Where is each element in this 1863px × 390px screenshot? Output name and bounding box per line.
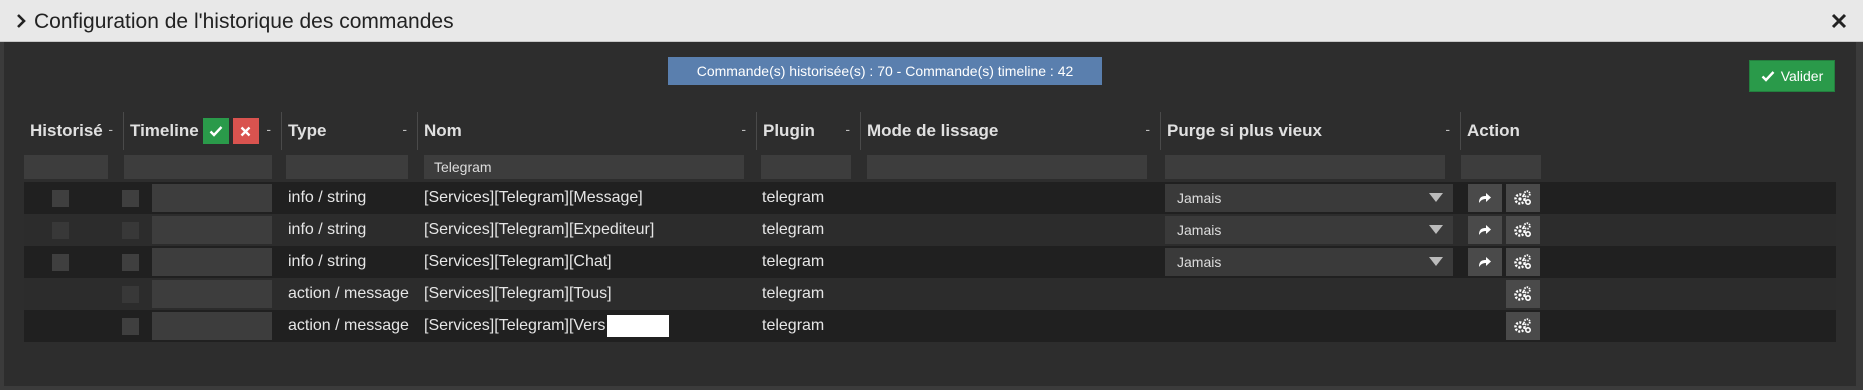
purge-select[interactable]: Jamais (1165, 216, 1453, 244)
caret-down-icon (1429, 225, 1443, 234)
valider-button[interactable]: Valider (1749, 60, 1835, 92)
timeline-select-all-button[interactable] (202, 118, 229, 144)
col-action: Action (1467, 121, 1520, 140)
chevron-right-icon[interactable] (12, 12, 30, 30)
table-row: action / message [Services][Telegram][To… (24, 278, 1836, 310)
cogs-icon (1514, 222, 1532, 238)
cogs-icon (1514, 254, 1532, 270)
row-nom: [Services][Telegram][Expediteur] (424, 221, 655, 238)
sort-indicator: - (108, 121, 113, 137)
row-type: info / string (288, 253, 367, 270)
timeline-folder-input[interactable] (152, 184, 272, 212)
row-nom: [Services][Telegram][Vers (424, 317, 606, 334)
timeline-checkbox[interactable] (122, 254, 139, 271)
sort-indicator: - (266, 121, 271, 137)
row-type: info / string (288, 189, 367, 206)
filter-historise-input[interactable] (24, 155, 108, 179)
timeline-checkbox[interactable] (122, 190, 139, 207)
filter-row (24, 152, 1836, 180)
col-lissage[interactable]: Mode de lissage - (861, 112, 1161, 150)
sort-indicator: - (1145, 121, 1150, 137)
history-count-badge: Commande(s) historisée(s) : 70 - Command… (668, 57, 1102, 85)
col-purge[interactable]: Purge si plus vieux - (1161, 112, 1461, 150)
timeline-checkbox[interactable] (122, 286, 139, 303)
row-plugin: telegram (762, 317, 825, 334)
timeline-folder-input[interactable] (152, 312, 272, 340)
check-icon (209, 126, 223, 137)
timeline-clear-all-button[interactable] (232, 118, 259, 144)
sort-indicator: - (402, 121, 407, 137)
share-arrow-icon (1479, 193, 1491, 203)
filter-timeline-input[interactable] (124, 155, 272, 179)
sort-indicator: - (1445, 121, 1450, 137)
table-row: action / message [Services][Telegram][Ve… (24, 310, 1836, 342)
historise-checkbox[interactable] (52, 190, 69, 207)
table-row: info / string [Services][Telegram][Chat]… (24, 246, 1836, 278)
share-arrow-icon (1479, 225, 1491, 235)
timeline-folder-input[interactable] (152, 248, 272, 276)
caret-down-icon (1429, 193, 1443, 202)
cogs-icon (1514, 318, 1532, 334)
filter-nom-input[interactable] (424, 155, 744, 179)
row-nom: [Services][Telegram][Tous] (424, 285, 612, 302)
configure-button[interactable] (1468, 184, 1502, 212)
purge-select-value: Jamais (1177, 254, 1222, 270)
col-plugin[interactable]: Plugin - (757, 112, 861, 150)
sort-indicator: - (845, 121, 850, 137)
valider-label: Valider (1780, 68, 1824, 84)
close-icon (240, 126, 251, 136)
advanced-config-button[interactable] (1506, 216, 1540, 244)
advanced-config-button[interactable] (1506, 280, 1540, 308)
filter-type-input[interactable] (286, 155, 408, 179)
check-icon (1761, 71, 1775, 82)
filter-lissage-input[interactable] (867, 155, 1147, 179)
purge-select-value: Jamais (1177, 222, 1222, 238)
row-plugin: telegram (762, 221, 825, 238)
historise-checkbox[interactable] (52, 222, 69, 239)
cogs-icon (1514, 286, 1532, 302)
cogs-icon (1514, 190, 1532, 206)
purge-select[interactable]: Jamais (1165, 248, 1453, 276)
col-timeline[interactable]: Timeline - (124, 112, 282, 150)
configure-button[interactable] (1468, 216, 1502, 244)
table-row: info / string [Services][Telegram][Exped… (24, 214, 1836, 246)
col-historise[interactable]: Historisé - (24, 112, 124, 150)
col-nom[interactable]: Nom - (418, 112, 757, 150)
purge-select-value: Jamais (1177, 190, 1222, 206)
advanced-config-button[interactable] (1506, 248, 1540, 276)
filter-purge-input[interactable] (1165, 155, 1445, 179)
advanced-config-button[interactable] (1506, 312, 1540, 340)
advanced-config-button[interactable] (1506, 184, 1540, 212)
row-nom: [Services][Telegram][Message] (424, 189, 643, 206)
row-type: info / string (288, 221, 367, 238)
filter-plugin-input[interactable] (761, 155, 851, 179)
col-type[interactable]: Type - (282, 112, 418, 150)
purge-select[interactable]: Jamais (1165, 184, 1453, 212)
timeline-checkbox[interactable] (122, 222, 139, 239)
close-icon[interactable] (1829, 11, 1849, 31)
timeline-folder-input[interactable] (152, 216, 272, 244)
row-plugin: telegram (762, 189, 825, 206)
share-arrow-icon (1479, 257, 1491, 267)
modal-titlebar: Configuration de l'historique des comman… (0, 0, 1863, 42)
timeline-folder-input[interactable] (152, 280, 272, 308)
row-type: action / message (288, 285, 409, 302)
historise-checkbox[interactable] (52, 254, 69, 271)
history-config-panel: Commande(s) historisée(s) : 70 - Command… (4, 42, 1856, 386)
row-nom: [Services][Telegram][Chat] (424, 253, 612, 270)
sort-indicator: - (741, 121, 746, 137)
configure-button[interactable] (1468, 248, 1502, 276)
redacted-block (607, 315, 670, 337)
row-plugin: telegram (762, 285, 825, 302)
row-nom-cell: [Services][Telegram][Vers (424, 310, 670, 342)
caret-down-icon (1429, 257, 1443, 266)
timeline-checkbox[interactable] (122, 318, 139, 335)
table-row: info / string [Services][Telegram][Messa… (24, 182, 1836, 214)
filter-action-input[interactable] (1461, 155, 1541, 179)
row-plugin: telegram (762, 253, 825, 270)
modal-title: Configuration de l'historique des comman… (34, 10, 454, 33)
table-header: Historisé - Timeline - Type - Nom - Plug… (24, 112, 1836, 150)
row-type: action / message (288, 317, 409, 334)
